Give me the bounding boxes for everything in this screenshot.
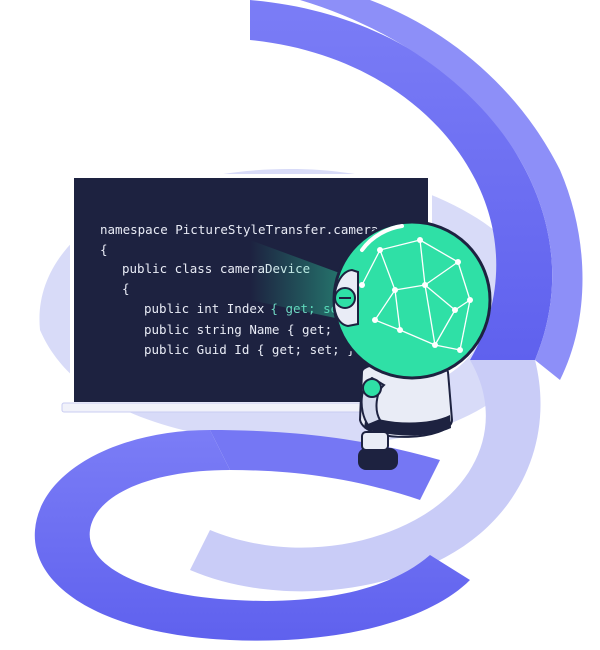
robot-hand — [358, 448, 398, 470]
code-line-7: public Guid Id { get; set; } — [144, 342, 355, 357]
ribbon-lower-tail — [210, 430, 440, 500]
code-line-1: namespace PictureStyleTransfer.camera — [100, 222, 378, 237]
illustration-svg: namespace PictureStyleTransfer.camera { … — [34, 0, 583, 641]
robot-shoulder — [362, 378, 382, 398]
code-line-2: { — [100, 242, 108, 257]
code-line-4: { — [122, 281, 130, 296]
robot-wrist — [361, 431, 389, 451]
illustration: namespace PictureStyleTransfer.camera { … — [0, 0, 600, 650]
code-line-5-main: public int Index — [144, 301, 265, 316]
